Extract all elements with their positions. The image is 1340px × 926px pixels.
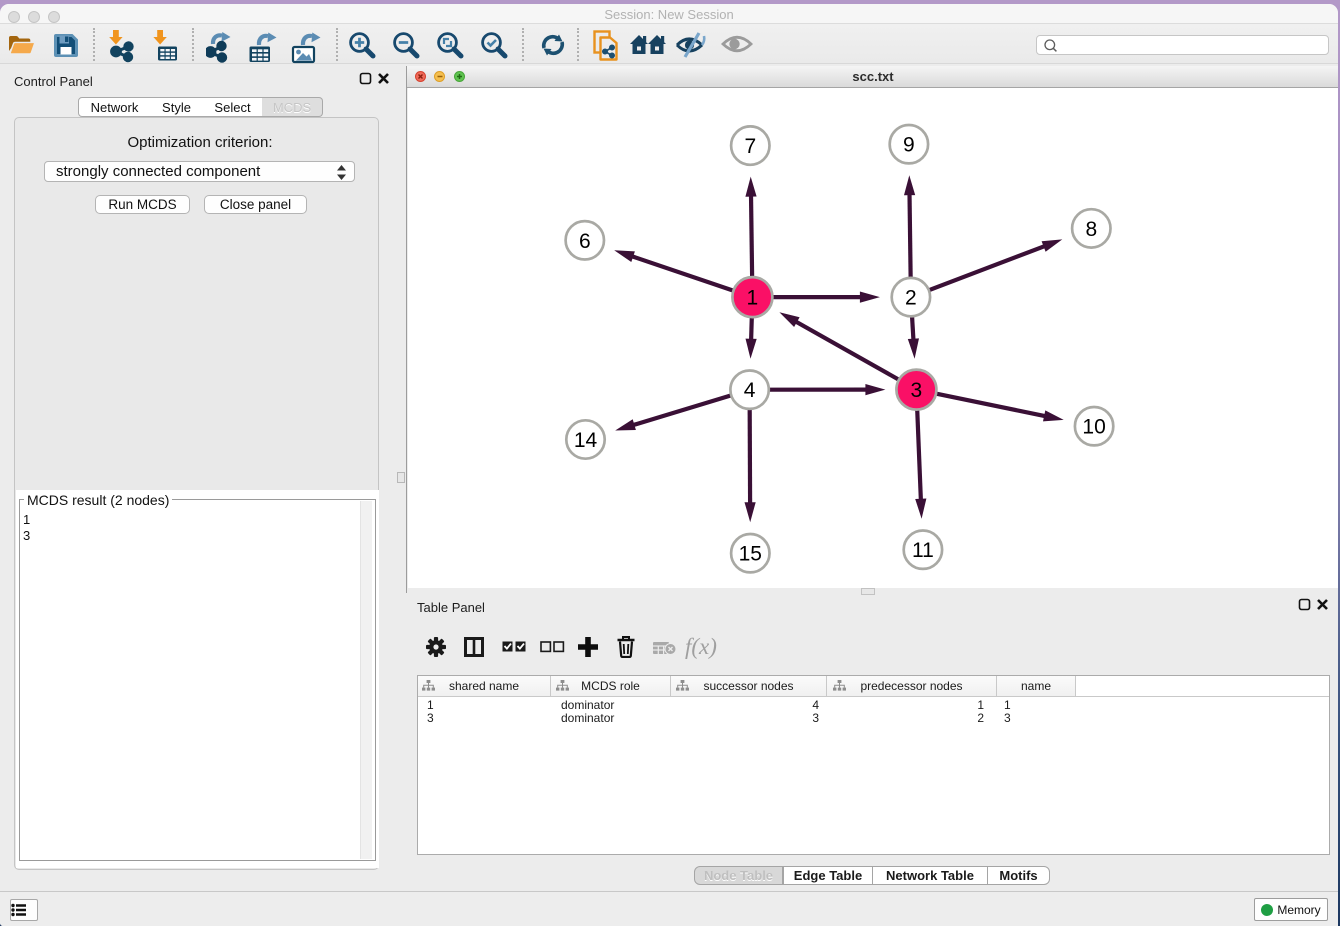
svg-text:14: 14 (574, 429, 598, 452)
svg-text:3: 3 (911, 379, 923, 402)
svg-text:8: 8 (1085, 218, 1097, 241)
svg-text:9: 9 (903, 134, 915, 157)
svg-text:15: 15 (739, 543, 762, 566)
svg-text:7: 7 (744, 135, 756, 158)
svg-text:2: 2 (905, 287, 917, 310)
svg-text:1: 1 (747, 287, 759, 310)
svg-text:4: 4 (744, 379, 756, 402)
svg-text:10: 10 (1082, 416, 1105, 439)
svg-text:6: 6 (579, 230, 591, 253)
svg-text:11: 11 (912, 539, 934, 562)
